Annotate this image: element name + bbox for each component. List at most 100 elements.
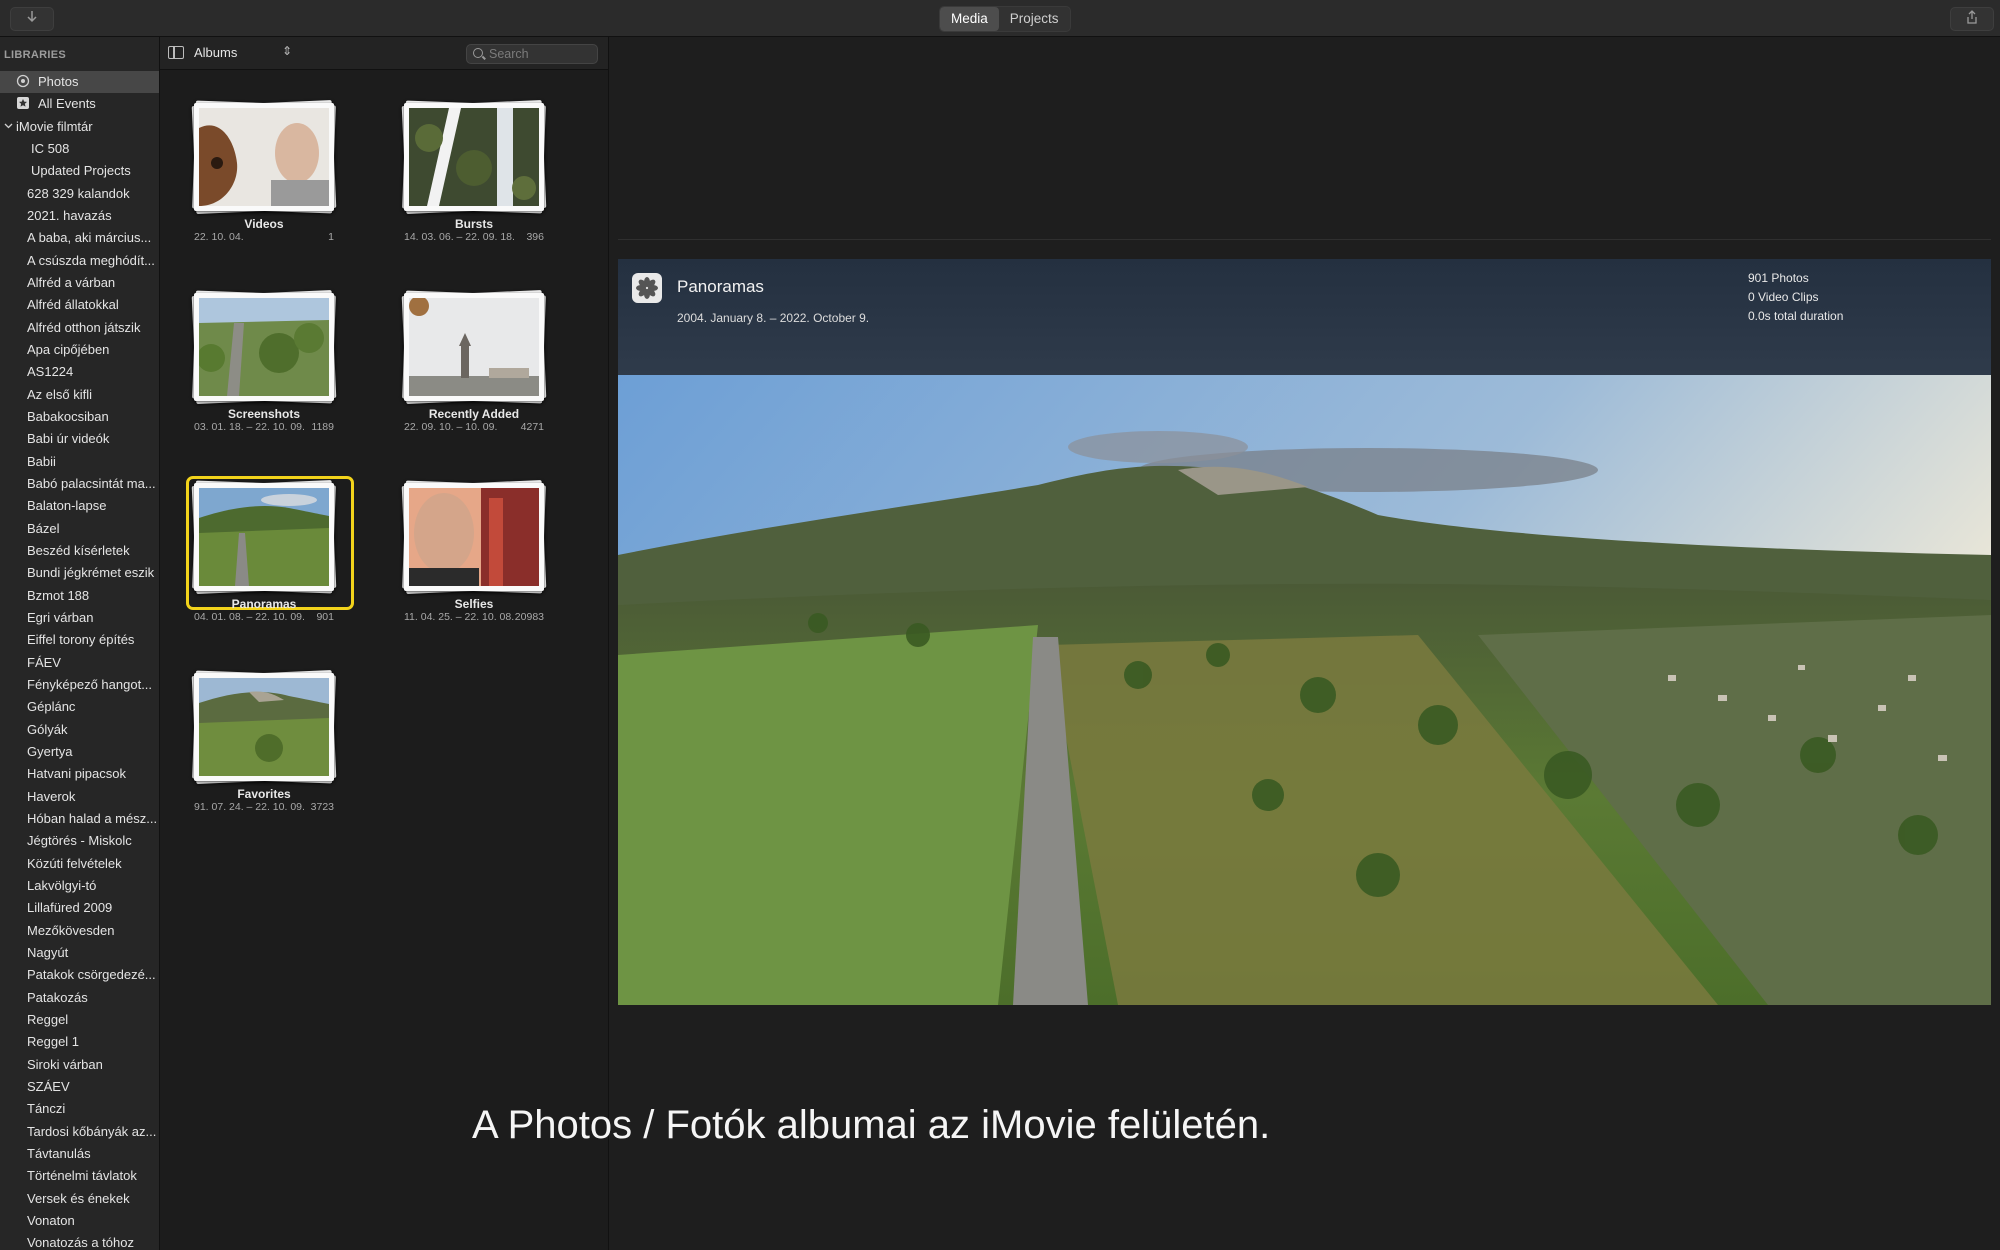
photos-app-icon	[632, 273, 662, 303]
sidebar-item[interactable]: Bzmot 188	[0, 585, 159, 607]
sidebar-item-label: Hóban halad a mész...	[27, 810, 158, 826]
sidebar-item[interactable]: IC 508	[0, 138, 159, 160]
sidebar-item-label: Eiffel torony építés	[27, 632, 135, 648]
sidebar-item[interactable]: A csúszda meghódít...	[0, 250, 159, 272]
sidebar-item[interactable]: Lillafüred 2009	[0, 897, 159, 919]
search-field[interactable]	[466, 44, 598, 64]
sidebar-item[interactable]: 2021. havazás	[0, 205, 159, 227]
sidebar-item[interactable]: Babii	[0, 451, 159, 473]
sidebar-item[interactable]: Nagyút	[0, 942, 159, 964]
top-toolbar: Media Projects	[0, 0, 2000, 37]
album-tile[interactable]: Panoramas 04. 01. 08. – 22. 10. 09. 901	[162, 469, 354, 644]
sidebar-item[interactable]: Egri várban	[0, 607, 159, 629]
sidebar-item-label: SZÁEV	[27, 1078, 70, 1094]
sidebar-item-label: FÁEV	[27, 654, 61, 670]
sidebar-item[interactable]: Történelmi távlatok	[0, 1165, 159, 1187]
sidebar-item[interactable]: Updated Projects	[0, 160, 159, 182]
sidebar-item[interactable]: Tánczi	[0, 1098, 159, 1120]
sidebar-item[interactable]: iMovie filmtár	[0, 116, 159, 138]
album-tile[interactable]: Bursts 14. 03. 06. – 22. 09. 18. 396	[372, 89, 552, 264]
album-date-range: 04. 01. 08. – 22. 10. 09.	[194, 611, 305, 623]
sidebar-item[interactable]: Az első kifli	[0, 384, 159, 406]
album-tile[interactable]: Videos 22. 10. 04. 1	[162, 89, 342, 264]
sidebar-item[interactable]: Versek és énekek	[0, 1188, 159, 1210]
updown-chevron-icon[interactable]: ⇕	[282, 44, 292, 58]
sidebar-item-label: Történelmi távlatok	[27, 1168, 137, 1184]
sidebar-item[interactable]: Apa cipőjében	[0, 339, 159, 361]
sidebar-item[interactable]: AS1224	[0, 361, 159, 383]
sidebar-item[interactable]: Jégtörés - Miskolc	[0, 830, 159, 852]
sidebar-item[interactable]: Reggel	[0, 1009, 159, 1031]
tab-projects[interactable]: Projects	[999, 7, 1070, 31]
sidebar-item[interactable]: Babi úr videók	[0, 428, 159, 450]
sidebar-item[interactable]: Photos	[0, 71, 159, 93]
sidebar-item-label: Tánczi	[27, 1101, 66, 1117]
album-thumbnail-stack	[191, 479, 337, 595]
sidebar-item[interactable]: Eiffel torony építés	[0, 629, 159, 651]
sidebar-item[interactable]: Bázel	[0, 518, 159, 540]
sidebar-item[interactable]: Alfréd állatokkal	[0, 294, 159, 316]
thumbnail-image	[199, 488, 329, 586]
sidebar-item-label: Versek és énekek	[27, 1190, 130, 1206]
sidebar-item[interactable]: 628 329 kalandok	[0, 183, 159, 205]
sidebar-item[interactable]: Mezőkövesden	[0, 920, 159, 942]
album-tile[interactable]: Recently Added 22. 09. 10. – 10. 09. 4271	[372, 279, 552, 454]
sidebar-item[interactable]: Vonatozás a tóhoz	[0, 1232, 159, 1250]
sidebar-item[interactable]: Babakocsiban	[0, 406, 159, 428]
sidebar-item-label: IC 508	[31, 140, 70, 156]
sidebar-item[interactable]: Beszéd kísérletek	[0, 540, 159, 562]
sidebar-item[interactable]: Babó palacsintát ma...	[0, 473, 159, 495]
sidebar-item-label: Nagyút	[27, 944, 69, 960]
sidebar-item[interactable]: All Events	[0, 93, 159, 115]
sidebar-item-label: A baba, aki március...	[27, 230, 152, 246]
sidebar-item-label: Updated Projects	[31, 163, 131, 179]
sidebar-item[interactable]: Gólyák	[0, 719, 159, 741]
sidebar-item[interactable]: Tardosi kőbányák az...	[0, 1121, 159, 1143]
album-thumbnail-stack	[401, 479, 547, 595]
sidebar-item[interactable]: SZÁEV	[0, 1076, 159, 1098]
album-date-range: 14. 03. 06. – 22. 09. 18.	[404, 231, 515, 243]
search-input[interactable]	[489, 45, 593, 63]
sidebar-item[interactable]: Távtanulás	[0, 1143, 159, 1165]
sidebar-item-label: 628 329 kalandok	[27, 185, 130, 201]
sidebar-item[interactable]: Alfréd otthon játszik	[0, 317, 159, 339]
sidebar-item[interactable]: Siroki várban	[0, 1054, 159, 1076]
import-button[interactable]	[10, 7, 54, 31]
sidebar-item[interactable]: Bundi jégkrémet eszik	[0, 562, 159, 584]
panorama-preview[interactable]	[618, 375, 1991, 1005]
star-event-icon	[16, 95, 30, 110]
libraries-sidebar: LIBRARIES Photos All Events iMovie filmtár…	[0, 37, 160, 1250]
sidebar-item[interactable]: Reggel 1	[0, 1031, 159, 1053]
sidebar-item[interactable]: Alfréd a várban	[0, 272, 159, 294]
sidebar-item[interactable]: Vonaton	[0, 1210, 159, 1232]
sidebar-item[interactable]: Géplánc	[0, 696, 159, 718]
chevron-down-icon	[4, 118, 13, 132]
album-tile[interactable]: Favorites 91. 07. 24. – 22. 10. 09. 3723	[162, 659, 342, 834]
sidebar-item[interactable]: FÁEV	[0, 652, 159, 674]
album-header: Panoramas 2004. January 8. – 2022. Octob…	[618, 259, 1991, 375]
tab-media[interactable]: Media	[940, 7, 999, 31]
sidebar-item[interactable]: Közúti felvételek	[0, 853, 159, 875]
sidebar-item[interactable]: Gyertya	[0, 741, 159, 763]
albums-dropdown[interactable]: Albums	[194, 45, 237, 60]
sidebar-toggle-icon[interactable]	[168, 46, 184, 59]
sidebar-item-label: Reggel 1	[27, 1034, 80, 1050]
album-tile[interactable]: Screenshots 03. 01. 18. – 22. 10. 09. 1189	[162, 279, 342, 454]
sidebar-item[interactable]: Hóban halad a mész...	[0, 808, 159, 830]
sidebar-item-label: Beszéd kísérletek	[27, 542, 130, 558]
sidebar-item-label: Gólyák	[27, 721, 68, 737]
sidebar-item-label: Hatvani pipacsok	[27, 766, 126, 782]
album-name: Recently Added	[428, 407, 520, 421]
sidebar-item[interactable]: Fényképező hangot...	[0, 674, 159, 696]
sidebar-item[interactable]: Balaton-lapse	[0, 495, 159, 517]
sidebar-item[interactable]: Hatvani pipacsok	[0, 763, 159, 785]
sidebar-item[interactable]: Patakok csörgedezé...	[0, 964, 159, 986]
sidebar-item[interactable]: Haverok	[0, 786, 159, 808]
album-item-count: 3723	[310, 801, 334, 813]
sidebar-item[interactable]: Lakvölgyi-tó	[0, 875, 159, 897]
sidebar-item[interactable]: Patakozás	[0, 987, 159, 1009]
sidebar-item[interactable]: A baba, aki március...	[0, 227, 159, 249]
share-button[interactable]	[1950, 7, 1994, 31]
sidebar-item-label: Gyertya	[27, 743, 73, 759]
album-tile[interactable]: Selfies 11. 04. 25. – 22. 10. 08. 20983	[372, 469, 552, 644]
